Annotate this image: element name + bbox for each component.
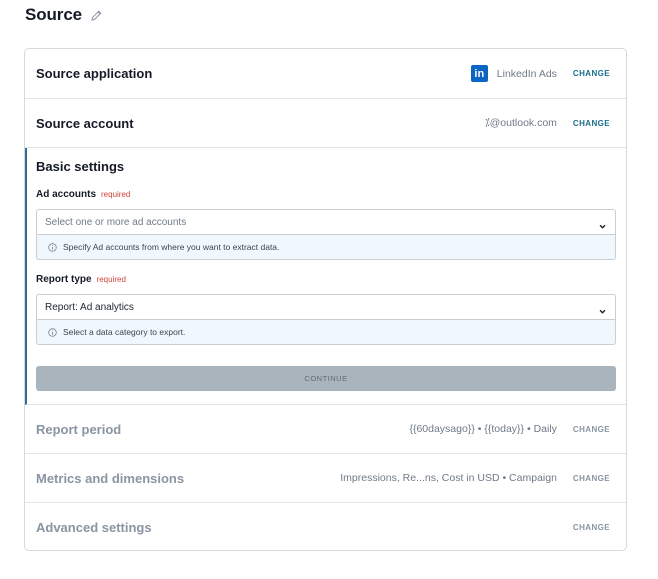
- report-period-row: Report period {{60daysago}} • {{today}} …: [25, 405, 626, 454]
- continue-label: CONTINUE: [304, 374, 348, 383]
- page-header: Source: [25, 4, 103, 26]
- report-type-label-row: Report type required: [36, 274, 126, 285]
- advanced-settings-label: Advanced settings: [36, 519, 152, 535]
- ad-accounts-label-row: Ad accounts required: [36, 189, 130, 200]
- basic-settings-section: Basic settings Ad accounts required Selec…: [25, 148, 626, 405]
- advanced-settings-row: Advanced settings CHANGE: [25, 503, 626, 550]
- ad-accounts-select[interactable]: Select one or more ad accounts: [36, 209, 616, 235]
- change-source-account-button[interactable]: CHANGE: [573, 119, 610, 128]
- chevron-down-icon: [598, 218, 607, 229]
- change-advanced-settings-button[interactable]: CHANGE: [573, 523, 610, 532]
- required-badge: required: [101, 190, 131, 199]
- metrics-label: Metrics and dimensions: [36, 470, 185, 486]
- source-application-label: Source application: [36, 66, 153, 81]
- source-account-label: Source account: [36, 115, 134, 131]
- required-badge: required: [96, 275, 126, 284]
- change-report-period-button[interactable]: CHANGE: [573, 425, 610, 434]
- chevron-down-icon: [598, 303, 607, 314]
- source-account-row: Source account ⁒@outlook.com CHANGE: [25, 99, 626, 148]
- linkedin-logo: in: [470, 65, 488, 82]
- ad-accounts-label: Ad accounts: [36, 189, 97, 200]
- report-type-hint-text: Select a data category to export.: [63, 327, 186, 337]
- report-period-value: {{60daysago}} • {{today}} • Daily: [409, 423, 557, 435]
- info-icon: [48, 327, 57, 337]
- metrics-value: Impressions, Re...ns, Cost in USD • Camp…: [340, 472, 557, 484]
- change-source-application-button[interactable]: CHANGE: [573, 69, 610, 78]
- report-type-label: Report type: [36, 274, 92, 285]
- source-card: Source application in LinkedIn Ads CHANG…: [24, 48, 627, 551]
- ad-accounts-placeholder: Select one or more ad accounts: [45, 216, 187, 228]
- report-type-value: Report: Ad analytics: [45, 301, 134, 313]
- info-icon: [48, 242, 57, 252]
- page-title: Source: [25, 5, 83, 24]
- source-application-row: Source application in LinkedIn Ads CHANG…: [25, 49, 626, 99]
- report-period-label: Report period: [36, 421, 122, 437]
- source-account-value: ⁒@outlook.com: [484, 117, 557, 129]
- pencil-icon[interactable]: [90, 9, 103, 22]
- source-application-value: LinkedIn Ads: [496, 67, 557, 80]
- ad-accounts-hint: Specify Ad accounts from where you want …: [36, 235, 616, 260]
- report-type-select[interactable]: Report: Ad analytics: [36, 294, 616, 320]
- report-type-hint: Select a data category to export.: [36, 320, 616, 345]
- change-metrics-button[interactable]: CHANGE: [573, 474, 610, 483]
- basic-settings-title: Basic settings: [36, 159, 125, 174]
- continue-button[interactable]: CONTINUE: [36, 366, 616, 391]
- ad-accounts-hint-text: Specify Ad accounts from where you want …: [63, 242, 280, 252]
- metrics-row: Metrics and dimensions Impressions, Re..…: [25, 454, 626, 503]
